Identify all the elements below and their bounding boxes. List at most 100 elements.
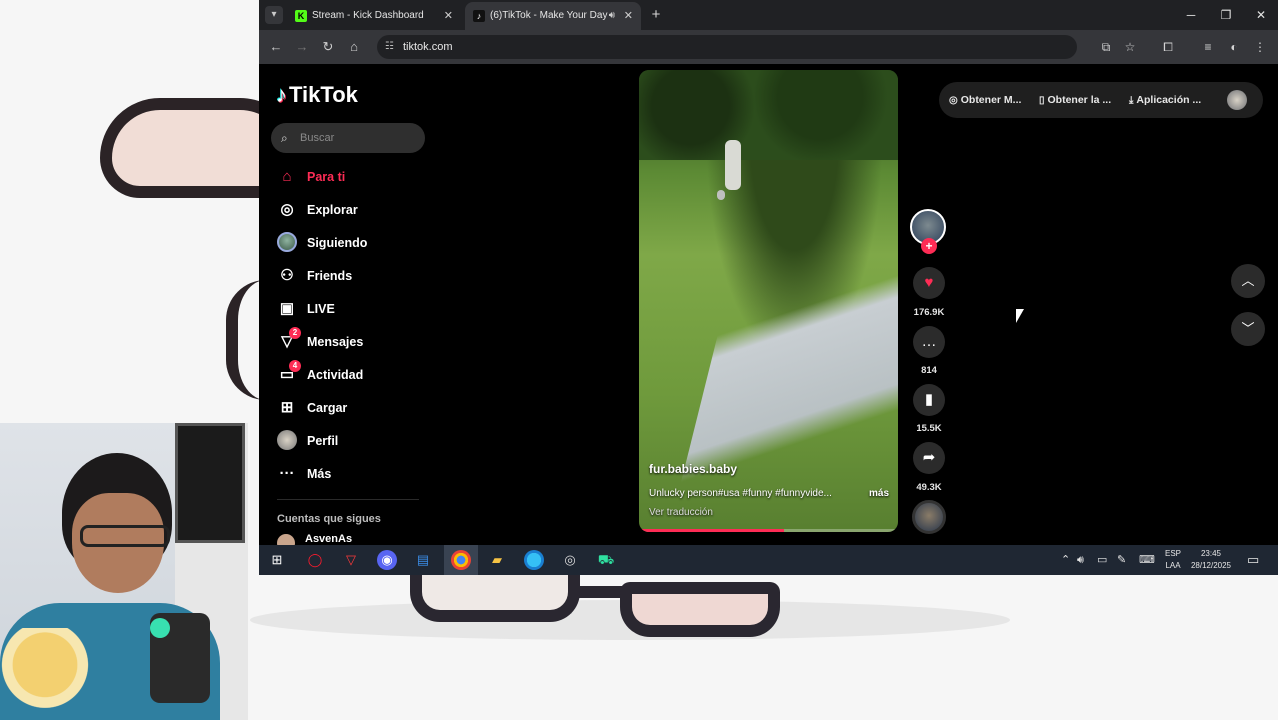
reload-icon[interactable]: ↻ xyxy=(319,38,337,56)
new-tab-button[interactable]: + xyxy=(647,6,665,24)
get-app-label: Obtener la ... xyxy=(1047,94,1112,106)
network-icon[interactable]: ▭ xyxy=(1097,545,1107,575)
chrome-icon[interactable] xyxy=(451,550,471,570)
video-username[interactable]: fur.babies.baby xyxy=(649,462,737,476)
opera-icon[interactable]: ◯ xyxy=(305,550,325,570)
volume-icon[interactable]: 🔊︎ xyxy=(1077,545,1084,575)
translation-link[interactable]: Ver traducción xyxy=(649,507,713,518)
sidebar-item-label: Perfil xyxy=(307,434,339,448)
url-text: tiktok.com xyxy=(403,41,453,53)
extensions-icon[interactable]: ⧠ xyxy=(1159,38,1177,56)
language-indicator[interactable]: ESP LAA xyxy=(1162,548,1184,572)
get-app-button[interactable]: ▯ Obtener la ... xyxy=(1039,82,1111,118)
sidebar-item-label: Siguiendo xyxy=(307,236,368,250)
music-disc[interactable] xyxy=(912,500,946,534)
comment-count: 814 xyxy=(921,365,937,376)
sidebar-item-label: LIVE xyxy=(307,302,335,316)
video-description: Unlucky person#usa #funny #funnyvide... … xyxy=(649,488,889,499)
video-frame xyxy=(639,70,898,160)
lens xyxy=(410,572,580,622)
video-progress-bar[interactable] xyxy=(639,529,898,532)
tray-chevron-up-icon[interactable]: ⌃ xyxy=(1061,545,1070,575)
comment-button[interactable]: … xyxy=(913,326,945,358)
bookmark-star-icon[interactable]: ☆ xyxy=(1121,38,1139,56)
like-button[interactable]: ♥ xyxy=(913,267,945,299)
close-window-icon[interactable]: ✕ xyxy=(1244,0,1278,30)
close-tab-icon[interactable]: ✕ xyxy=(444,2,453,30)
kick-favicon-icon: K xyxy=(295,10,307,22)
obs-icon[interactable]: ◎ xyxy=(560,550,580,570)
cast-icon[interactable]: ⧉ xyxy=(1097,38,1115,56)
sidebar-item-siguiendo[interactable]: Siguiendo xyxy=(277,232,437,265)
streaming-app-icon[interactable]: ⛟ xyxy=(596,550,616,570)
chevron-down-icon: ﹀ xyxy=(1241,321,1255,336)
restore-icon[interactable]: ❐ xyxy=(1209,0,1243,30)
tiktok-logo[interactable]: ♪TikTok xyxy=(276,82,358,108)
sidebar-item-mas[interactable]: ··· Más xyxy=(277,463,437,496)
more-link[interactable]: más xyxy=(869,488,889,499)
sidebar-item-para-ti[interactable]: ⌂ Para ti xyxy=(277,166,437,199)
profile-icon[interactable]: ◐ xyxy=(1225,38,1243,56)
video-description-text: Unlucky person#usa #funny #funnyvide... xyxy=(649,488,832,499)
follow-plus-icon[interactable]: + xyxy=(921,238,937,254)
sidebar-item-mensajes[interactable]: ▽ 2 Mensajes xyxy=(277,327,437,364)
back-icon[interactable]: ← xyxy=(267,38,285,56)
notifications-icon[interactable]: ▭ xyxy=(1247,545,1259,575)
store-icon[interactable]: ▤ xyxy=(413,550,433,570)
download-icon: ⤓ xyxy=(1129,95,1134,106)
home-icon: ⌂ xyxy=(282,168,292,185)
minimize-icon[interactable]: ─ xyxy=(1174,0,1208,30)
tab-tiktok[interactable]: ♪ (6)TikTok - Make Your Day 🔊︎ ✕ xyxy=(465,2,641,30)
comment-icon: … xyxy=(921,333,937,350)
microphone-light xyxy=(150,618,170,638)
search-input[interactable]: ⌕ Buscar xyxy=(271,123,425,153)
browser-window: ▾ K Stream - Kick Dashboard ✕ ♪ (6)TikTo… xyxy=(259,0,1278,575)
site-info-icon[interactable]: ☷ xyxy=(385,35,394,59)
compass-icon: ◎ xyxy=(280,201,294,218)
clock[interactable]: 23:45 28/12/2025 xyxy=(1189,548,1233,572)
webcam-feed xyxy=(0,423,248,720)
phone-icon: ▯ xyxy=(1039,95,1045,106)
sidebar-item-actividad[interactable]: ▭ 4 Actividad xyxy=(277,360,437,397)
pen-icon[interactable]: ✎ xyxy=(1117,545,1126,575)
sidebar-item-explorar[interactable]: ◎ Explorar xyxy=(277,199,437,232)
get-coins-label: Obtener M... xyxy=(960,94,1022,106)
edge-icon[interactable] xyxy=(524,550,544,570)
video-frame xyxy=(717,190,725,200)
sidebar-item-cargar[interactable]: ⊞ Cargar xyxy=(277,397,437,430)
speaker-icon[interactable]: 🔊︎ xyxy=(609,2,615,30)
save-button[interactable]: ▮ xyxy=(913,384,945,416)
windows-start-icon[interactable]: ⊞ xyxy=(267,550,287,570)
url-field[interactable]: ☷ tiktok.com xyxy=(377,35,1077,59)
next-video-button[interactable]: ﹀ xyxy=(1231,312,1265,346)
share-button[interactable]: ➦ xyxy=(913,442,945,474)
file-explorer-icon[interactable]: ▰ xyxy=(487,550,507,570)
sidebar-item-live[interactable]: ▣ LIVE xyxy=(277,298,437,331)
lens xyxy=(620,582,780,637)
divider xyxy=(277,499,419,500)
keyboard-icon[interactable]: ⌨ xyxy=(1139,545,1155,575)
video-player[interactable]: fur.babies.baby Unlucky person#usa #funn… xyxy=(639,70,898,532)
friends-icon: ⚇ xyxy=(280,267,294,284)
sidebar-item-label: Mensajes xyxy=(307,335,364,349)
forward-icon[interactable]: → xyxy=(293,38,311,56)
top-actions-bar: ◎ Obtener M... ▯ Obtener la ... ⤓ Aplicació… xyxy=(939,82,1263,118)
valorant-icon[interactable]: ▽ xyxy=(341,550,361,570)
get-coins-button[interactable]: ◎ Obtener M... xyxy=(949,82,1021,118)
bookmark-icon: ▮ xyxy=(924,391,934,408)
desktop-app-button[interactable]: ⤓ Aplicación ... xyxy=(1129,82,1201,118)
menu-icon[interactable]: ⋮ xyxy=(1251,38,1269,56)
tab-kick-dashboard[interactable]: K Stream - Kick Dashboard ✕ xyxy=(287,2,461,30)
media-control-icon[interactable]: ≡ xyxy=(1199,38,1217,56)
heart-icon: ♥ xyxy=(924,274,934,291)
close-tab-icon[interactable]: ✕ xyxy=(624,2,633,30)
discord-icon[interactable]: ◉ xyxy=(377,550,397,570)
address-bar: ← → ↻ ⌂ ☷ tiktok.com ⧉ ☆ ⧠ ≡ ◐ ⋮ xyxy=(259,30,1278,64)
sidebar-item-friends[interactable]: ⚇ Friends xyxy=(277,265,437,298)
home-icon[interactable]: ⌂ xyxy=(345,38,363,56)
sidebar-item-perfil[interactable]: Perfil xyxy=(277,430,437,463)
tab-search-icon[interactable]: ▾ xyxy=(265,6,283,24)
user-avatar[interactable] xyxy=(1227,90,1247,110)
following-name: AsvenAs xyxy=(305,533,353,545)
previous-video-button[interactable]: ︿ xyxy=(1231,264,1265,298)
